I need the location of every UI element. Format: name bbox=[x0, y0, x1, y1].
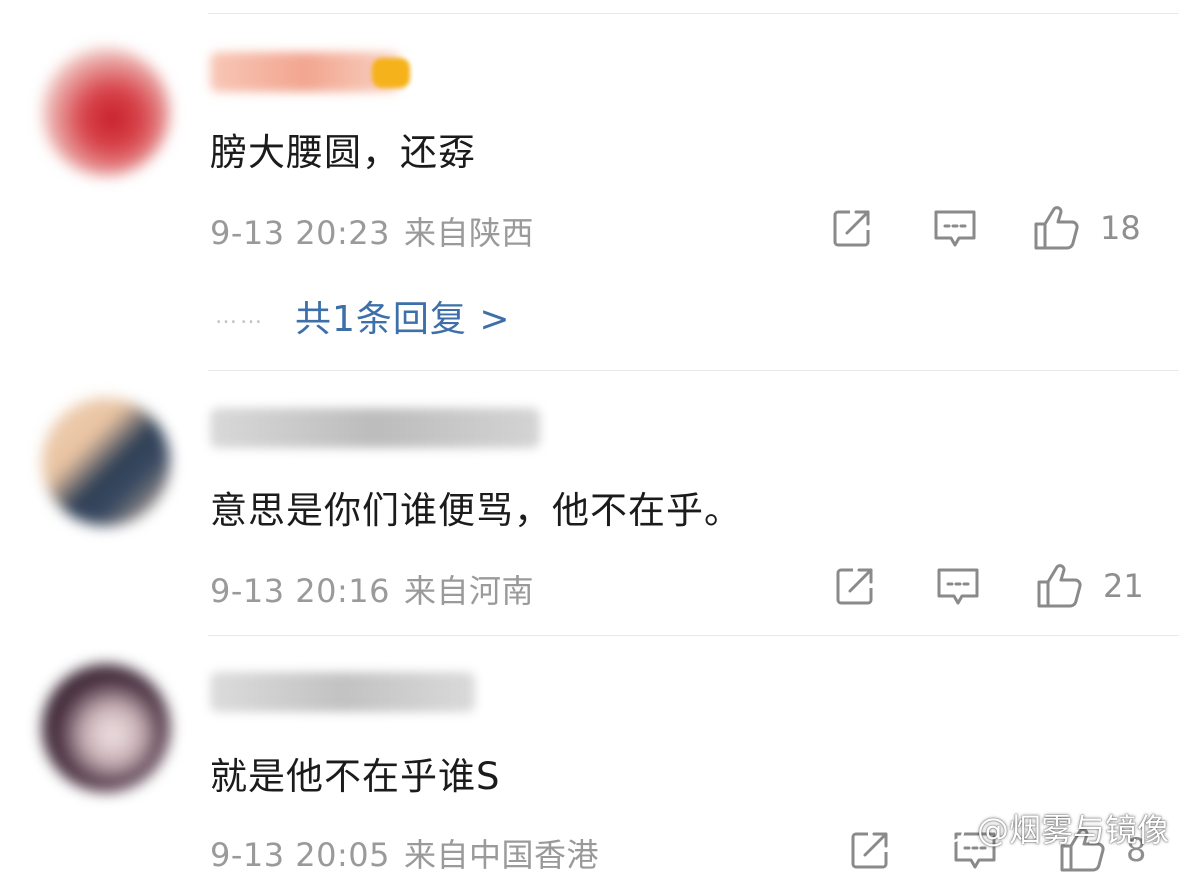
share-icon bbox=[851, 832, 888, 869]
comment-meta: 9-13 20:05 来自中国香港 bbox=[210, 830, 599, 876]
thumbs-up-icon bbox=[1034, 206, 1079, 250]
comment-location: 来自河南 bbox=[404, 572, 535, 610]
comment-button[interactable] bbox=[932, 208, 978, 250]
watermark: @烟雾与镜像 bbox=[931, 805, 1169, 851]
view-replies-link[interactable]: 共1条回复 > bbox=[295, 290, 511, 342]
reply-summary-row[interactable]: …… 共1条回复 > bbox=[215, 290, 511, 342]
watermark-text: @烟雾与镜像 bbox=[976, 811, 1169, 849]
like-button[interactable]: 18 bbox=[1032, 204, 1141, 252]
forward-button[interactable] bbox=[833, 564, 877, 608]
comment-icon bbox=[934, 210, 976, 247]
avatar[interactable] bbox=[42, 398, 170, 526]
comment-location: 来自陕西 bbox=[404, 214, 535, 252]
comment-text: 就是他不在乎谁S bbox=[210, 755, 501, 798]
share-icon bbox=[836, 568, 873, 605]
username-blurred[interactable] bbox=[210, 408, 540, 448]
member-badge-icon bbox=[372, 58, 410, 88]
share-icon bbox=[833, 210, 870, 247]
comment-divider bbox=[208, 370, 1179, 371]
comment-location: 来自中国香港 bbox=[404, 836, 600, 874]
weibo-logo-icon bbox=[931, 812, 971, 844]
like-button[interactable]: 21 bbox=[1035, 562, 1144, 610]
like-count: 21 bbox=[1103, 567, 1144, 605]
forward-button[interactable] bbox=[830, 206, 874, 250]
avatar[interactable] bbox=[42, 48, 170, 176]
username-blurred[interactable] bbox=[210, 672, 475, 712]
thumbs-up-icon bbox=[1037, 564, 1082, 608]
comment-text: 意思是你们谁便骂，他不在乎。 bbox=[210, 489, 742, 532]
comment-meta: 9-13 20:16 来自河南 bbox=[210, 566, 534, 612]
comment-meta: 9-13 20:23 来自陕西 bbox=[210, 208, 534, 254]
comment-icon bbox=[937, 568, 979, 605]
reply-dots: …… bbox=[215, 303, 265, 329]
like-count: 18 bbox=[1100, 209, 1141, 247]
top-divider bbox=[208, 13, 1179, 14]
forward-button[interactable] bbox=[848, 828, 892, 872]
avatar[interactable] bbox=[42, 664, 170, 792]
comment-button[interactable] bbox=[935, 566, 981, 608]
comment-divider bbox=[208, 635, 1179, 636]
comment-date: 9-13 20:16 bbox=[210, 572, 391, 610]
comment-text: 膀大腰圆，还孬 bbox=[210, 131, 476, 174]
comment-date: 9-13 20:23 bbox=[210, 214, 391, 252]
comment-date: 9-13 20:05 bbox=[210, 836, 391, 874]
